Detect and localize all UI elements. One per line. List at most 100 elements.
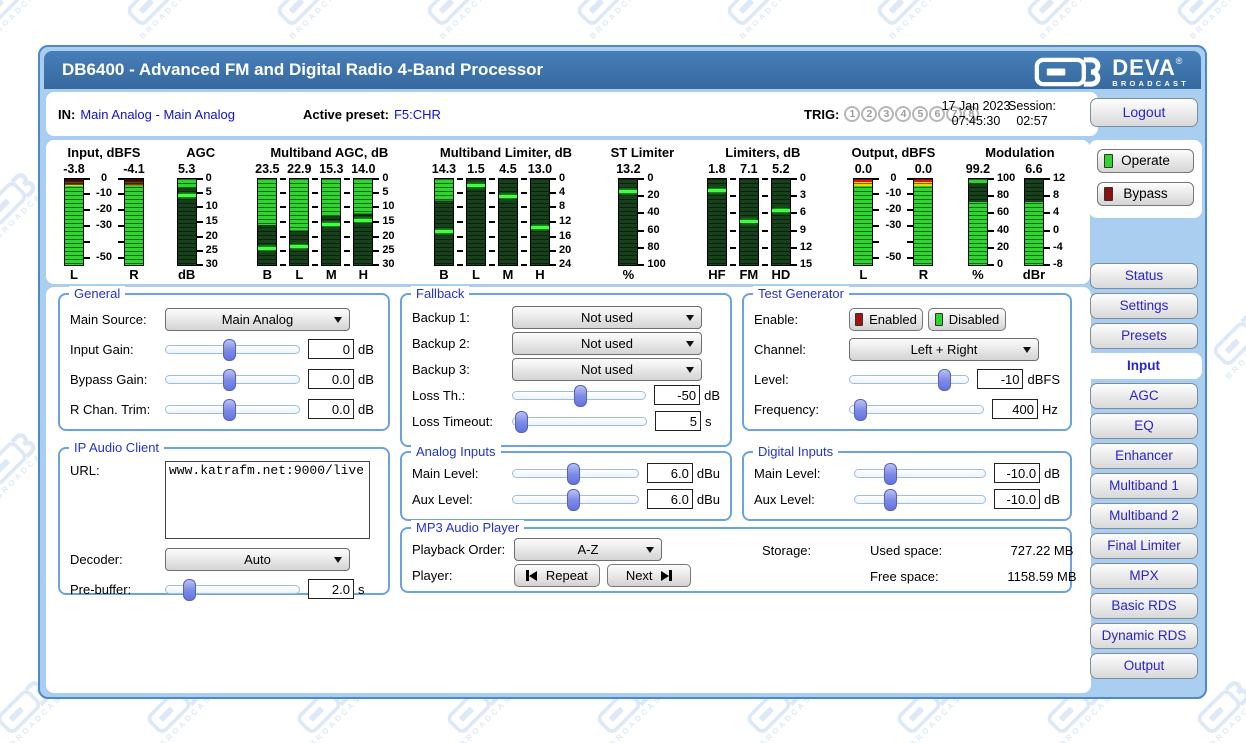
slider-thumb[interactable] <box>223 399 236 421</box>
backup3-select[interactable]: Not used <box>512 358 702 381</box>
loss-th-slider[interactable] <box>512 391 646 400</box>
frequency-unit: Hz <box>1042 402 1058 417</box>
sidebar-item-multiband-1[interactable]: Multiband 1 <box>1090 473 1198 499</box>
ticklabel: -30 <box>873 219 913 231</box>
level-value[interactable] <box>977 369 1023 389</box>
registered-mark-icon: ® <box>1176 56 1183 66</box>
trigger-button-2[interactable]: 2 <box>861 106 877 122</box>
bypass-gain-unit: dB <box>358 372 374 387</box>
level-meter-bar <box>498 178 518 266</box>
backup2-select[interactable]: Not used <box>512 332 702 355</box>
tick <box>550 221 556 223</box>
level-meter-bar <box>913 178 933 266</box>
meter-column-%: 99.2% <box>968 162 988 282</box>
tick <box>312 221 318 223</box>
next-button[interactable]: Next <box>607 564 691 587</box>
trigger-button-4[interactable]: 4 <box>895 106 911 122</box>
slider-thumb[interactable] <box>223 369 236 391</box>
sidebar-item-mpx[interactable]: MPX <box>1090 563 1198 589</box>
analog-aux-level-value[interactable] <box>647 489 693 509</box>
sidebar-item-presets[interactable]: Presets <box>1090 323 1198 349</box>
url-input[interactable]: www.katrafm.net:9000/live <box>165 461 370 539</box>
frequency-value[interactable] <box>992 399 1038 419</box>
loss-th-value[interactable] <box>654 385 700 405</box>
analog-main-level-slider[interactable] <box>512 469 639 478</box>
meter-row: -3.8L0-10-20-30-50-4.1R <box>64 162 144 282</box>
digital-main-level-value[interactable] <box>994 463 1040 483</box>
r-chan-trim-value[interactable] <box>308 399 354 419</box>
slider-thumb[interactable] <box>567 463 580 485</box>
playback-order-select[interactable]: A-Z <box>514 538 662 561</box>
pre-buffer-slider[interactable] <box>165 585 300 594</box>
meter-bar-label: R <box>919 266 928 282</box>
main-source-select[interactable]: Main Analog <box>165 308 350 331</box>
tick <box>312 264 318 266</box>
meter-row: 13.2%020406080100 <box>618 162 666 282</box>
analog-main-level-value[interactable] <box>647 463 693 483</box>
slider-thumb[interactable] <box>183 579 196 601</box>
slider-thumb[interactable] <box>884 463 897 485</box>
meter-group: Output, dBFS0.0L0-10-20-30-500.0R <box>852 145 936 284</box>
tick <box>638 212 644 214</box>
sidebar-item-multiband-2[interactable]: Multiband 2 <box>1090 503 1198 529</box>
slider-thumb[interactable] <box>567 489 580 511</box>
trigger-button-3[interactable]: 3 <box>878 106 894 122</box>
ticklabel: 16 <box>559 230 571 242</box>
main-source-value: Main Analog <box>222 312 294 327</box>
bypass-gain-slider[interactable] <box>165 375 300 384</box>
skip-forward-icon <box>661 571 669 581</box>
digital-aux-level-value[interactable] <box>994 489 1040 509</box>
loss-timeout-value[interactable] <box>655 411 701 431</box>
enabled-button[interactable]: Enabled <box>849 308 923 331</box>
tick <box>489 192 495 194</box>
frequency-slider[interactable] <box>849 405 984 414</box>
backup1-select[interactable]: Not used <box>512 306 702 329</box>
level-slider[interactable] <box>849 375 969 384</box>
next-label: Next <box>626 568 653 583</box>
disabled-button[interactable]: Disabled <box>928 308 1006 331</box>
analog-aux-level-slider[interactable] <box>512 495 639 504</box>
digital-main-level-unit: dB <box>1044 466 1060 481</box>
bypass-led-icon <box>1104 187 1113 201</box>
sidebar-item-settings[interactable]: Settings <box>1090 293 1198 319</box>
digital-main-level-slider[interactable] <box>854 469 986 478</box>
tick <box>489 264 495 266</box>
channel-select[interactable]: Left + Right <box>849 338 1039 361</box>
meter-bar-label: % <box>623 266 635 282</box>
tick <box>197 264 203 266</box>
bypass-button[interactable]: Bypass <box>1097 182 1194 206</box>
slider-thumb[interactable] <box>515 411 528 433</box>
input-gain-value[interactable] <box>308 339 354 359</box>
sidebar-item-eq[interactable]: EQ <box>1090 413 1198 439</box>
sidebar-item-basic-rds[interactable]: Basic RDS <box>1090 593 1198 619</box>
r-chan-trim-slider[interactable] <box>165 405 300 414</box>
slider-thumb[interactable] <box>884 489 897 511</box>
decoder-select[interactable]: Auto <box>165 548 350 571</box>
trigger-button-1[interactable]: 1 <box>844 106 860 122</box>
digital-aux-level-slider[interactable] <box>854 495 986 504</box>
slider-thumb[interactable] <box>854 399 867 421</box>
sidebar-item-status[interactable]: Status <box>1090 263 1198 289</box>
operate-button[interactable]: Operate <box>1097 149 1194 173</box>
slider-thumb[interactable] <box>223 339 236 361</box>
sidebar-item-dynamic-rds[interactable]: Dynamic RDS <box>1090 623 1198 649</box>
ticklabel: 20 <box>206 230 218 242</box>
meter-marker <box>290 245 308 248</box>
input-gain-slider[interactable] <box>165 345 300 354</box>
sidebar-item-final-limiter[interactable]: Final Limiter <box>1090 533 1198 559</box>
repeat-button[interactable]: Repeat <box>514 564 600 587</box>
bypass-gain-value[interactable] <box>308 369 354 389</box>
slider-thumb[interactable] <box>938 369 951 391</box>
slider-thumb[interactable] <box>574 385 587 407</box>
sidebar-item-output[interactable]: Output <box>1090 653 1198 679</box>
pre-buffer-value[interactable] <box>308 579 354 599</box>
disabled-label: Disabled <box>949 312 1000 327</box>
loss-timeout-slider[interactable] <box>512 417 647 426</box>
logout-button[interactable]: Logout <box>1090 98 1198 127</box>
sidebar-item-agc[interactable]: AGC <box>1090 383 1198 409</box>
trigger-button-5[interactable]: 5 <box>912 106 928 122</box>
sidebar-item-enhancer[interactable]: Enhancer <box>1090 443 1198 469</box>
sidebar-item-input[interactable]: Input <box>1085 353 1202 379</box>
meter-column-B: 14.3B <box>434 162 454 282</box>
tick <box>791 230 797 232</box>
